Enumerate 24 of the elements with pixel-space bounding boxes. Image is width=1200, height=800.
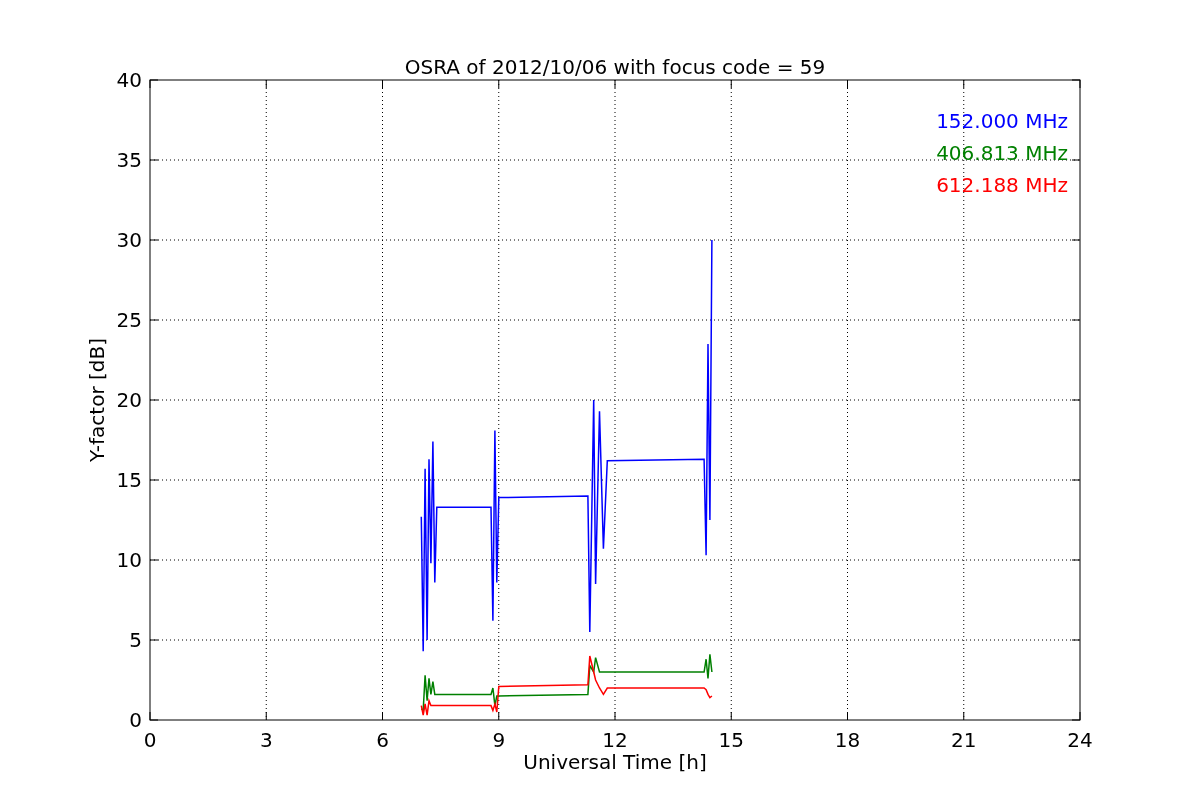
x-tick-label: 12: [602, 728, 628, 752]
x-tick-label: 0: [143, 728, 157, 752]
y-tick-label: 30: [116, 228, 142, 252]
x-tick-label: 9: [492, 728, 506, 752]
x-axis-label: Universal Time [h]: [523, 750, 707, 774]
legend-label: 612.188 MHz: [936, 173, 1068, 197]
x-tick-label: 21: [951, 728, 977, 752]
x-tick-label: 24: [1067, 728, 1093, 752]
y-tick-label: 20: [116, 388, 142, 412]
legend-label: 406.813 MHz: [936, 141, 1068, 165]
x-tick-label: 6: [376, 728, 389, 752]
chart-title: OSRA of 2012/10/06 with focus code = 59: [404, 55, 826, 79]
y-tick-label: 15: [116, 468, 142, 492]
y-tick-label: 0: [129, 708, 142, 732]
y-tick-label: 35: [116, 148, 142, 172]
y-tick-label: 40: [116, 68, 142, 92]
x-tick-label: 18: [834, 728, 861, 752]
y-tick-label: 5: [129, 628, 142, 652]
y-tick-label: 10: [116, 548, 142, 572]
y-axis-label: Y-factor [dB]: [85, 338, 109, 462]
y-tick-label: 25: [116, 308, 142, 332]
x-tick-label: 15: [718, 728, 744, 752]
legend-label: 152.000 MHz: [936, 109, 1068, 133]
x-tick-label: 3: [259, 728, 273, 752]
